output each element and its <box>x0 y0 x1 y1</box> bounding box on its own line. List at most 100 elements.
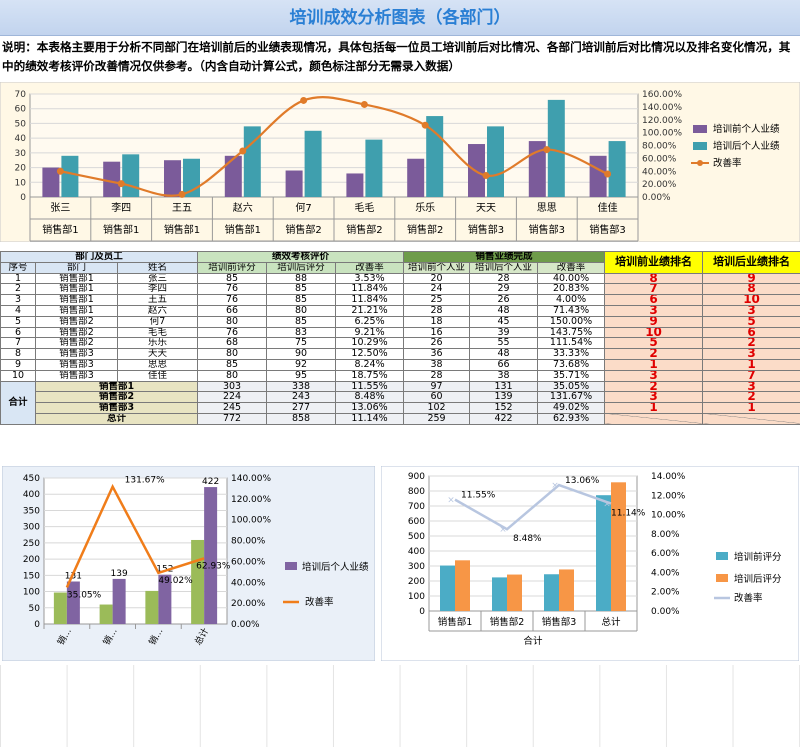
header-perf-group: 绩效考核评价 <box>197 251 405 263</box>
x-group-label: 销售部2 <box>346 223 382 236</box>
cell-perf-before: 85 <box>197 358 268 371</box>
cell-rank-after: 3 <box>702 304 800 317</box>
bar-after <box>608 141 626 197</box>
x-group-label: 销售部3 <box>529 223 565 236</box>
y2-tick-label: 0.00% <box>231 620 260 630</box>
x-tick-label: 思思 <box>537 202 557 214</box>
cell-rank-after: 3 <box>702 348 800 360</box>
cell-sales-before: 259 <box>403 412 471 425</box>
cell-perf-rate: 11.55% <box>335 380 405 393</box>
bar-before <box>191 539 205 624</box>
bar-before <box>224 155 242 197</box>
rate-label: 49.02% <box>158 576 193 586</box>
cell-sales-after: 38 <box>469 369 539 382</box>
y-tick-label: 300 <box>408 562 425 572</box>
bar-label: 422 <box>202 477 219 487</box>
cell-sales-rate: 62.93% <box>537 412 606 425</box>
cell-perf-rate: 12.50% <box>335 348 405 360</box>
cell-perf-rate: 18.75% <box>335 369 405 382</box>
y2-tick-label: 8.00% <box>651 530 680 540</box>
x-tick-label: 天天 <box>476 203 496 214</box>
cell-perf-rate: 21.21% <box>335 304 405 317</box>
cell-perf-before: 224 <box>197 391 268 404</box>
rate-marker: × <box>603 500 611 510</box>
y2-tick-label: 80.00% <box>231 537 266 547</box>
y2-tick-label: 40.00% <box>231 578 266 588</box>
cell-perf-before: 80 <box>197 348 268 360</box>
y-tick-label: 400 <box>23 490 40 500</box>
y-tick-label: 0 <box>34 620 40 630</box>
cell-no: 1 <box>0 272 36 285</box>
x-tick-label: 销售部1 <box>438 616 473 628</box>
header-sales-after: 培训后个人业 <box>469 261 539 274</box>
header-perf-rate: 改善率 <box>335 261 405 274</box>
cell-sales-before: 16 <box>403 326 471 339</box>
total-row: 销售部2 224 243 8.48% 60 139 131.67% 3 2 <box>1 391 800 404</box>
cell-perf-rate: 8.48% <box>335 391 405 404</box>
rate-point <box>543 146 551 154</box>
header-sales-rate: 改善率 <box>537 261 606 274</box>
cell-sales-before: 28 <box>403 369 471 382</box>
bar-before <box>589 155 607 197</box>
cell-sales-rate: 4.00% <box>537 294 606 306</box>
cell-rank-after: 6 <box>702 326 800 339</box>
y2-tick-label: 20.00% <box>231 599 266 609</box>
cell-name: 天天 <box>116 348 199 360</box>
rate-point <box>117 180 125 188</box>
bar-after <box>122 154 140 197</box>
cell-sales-after: 152 <box>469 402 539 414</box>
employee-chart: 0 10 20 30 40 50 60 70 0.00% 20.00% 40.00% 60.00% 80… <box>0 81 800 243</box>
cell-sales-rate: 143.75% <box>537 326 606 339</box>
x-tick-label: 销售部2 <box>490 616 525 628</box>
bar-before <box>42 167 60 197</box>
y2-tick-label: 60.00% <box>231 557 266 567</box>
cell-total-dept: 销售部1 <box>34 380 199 393</box>
table-row: 3 销售部1 王五 76 85 11.84% 25 26 4.00% 6 10 <box>0 294 800 306</box>
total-row: 销售部3 245 277 13.06% 102 152 49.02% 1 1 <box>1 402 800 414</box>
cell-rank-before: 7 <box>604 283 704 296</box>
y-tick-label: 50 <box>29 604 41 614</box>
grand-total-row: 总计 772 858 11.14% 259 422 62.93% <box>1 412 800 425</box>
y2-tick-label: 4.00% <box>651 568 680 578</box>
cell-no: 3 <box>0 294 36 306</box>
y2-tick-label: 100.00% <box>231 516 271 526</box>
total-label: 合计 <box>0 380 36 425</box>
legend-label-before: 培训前个人业绩 <box>713 123 780 135</box>
y-tick-label: 500 <box>408 532 425 542</box>
dept-sales-chart: 0 50 100 150 200 250 300 350 400 450 0.00% 20.00% 40… <box>1 465 376 662</box>
cell-perf-after: 277 <box>266 402 337 414</box>
cell-perf-before: 76 <box>197 294 268 306</box>
cell-sales-rate: 131.67% <box>537 391 606 404</box>
legend-label-before: 培训前评分 <box>734 551 782 563</box>
y-tick-label: 350 <box>23 506 40 516</box>
x-group-label: 销售部2 <box>407 223 443 236</box>
cell-perf-rate: 10.29% <box>335 337 405 350</box>
rate-point <box>178 190 186 198</box>
cell-sales-after: 28 <box>469 272 539 285</box>
rate-point <box>604 170 612 178</box>
y2-tick-label: 60.00% <box>642 154 677 164</box>
page-title: 培训成效分析图表（各部门） <box>0 0 800 36</box>
cell-perf-after: 75 <box>266 337 337 350</box>
cell-rank-after: 1 <box>702 358 800 371</box>
y-tick-label: 30 <box>15 149 27 159</box>
bar-before <box>596 495 611 611</box>
bar-after <box>559 569 574 611</box>
x-tick-label: 李四 <box>111 201 131 214</box>
bar-after <box>487 126 504 197</box>
cell-no: 5 <box>0 315 36 328</box>
cell-rank-before: 8 <box>604 272 704 285</box>
cell-sales-rate: 150.00% <box>537 315 606 328</box>
cell-sales-before: 102 <box>403 402 471 414</box>
x-axis-label: 合计 <box>523 635 543 647</box>
table-row: 5 销售部2 何7 80 85 6.25% 18 45 150.00% 9 5 <box>0 315 800 328</box>
x-tick-label: 总计 <box>601 616 621 628</box>
y2-tick-label: 6.00% <box>651 549 680 559</box>
y-tick-label: 100 <box>23 588 40 598</box>
cell-perf-after: 85 <box>266 283 337 296</box>
x-group-label: 销售部2 <box>285 223 321 236</box>
y-tick-label: 200 <box>408 577 425 587</box>
y-tick-label: 300 <box>23 523 40 533</box>
y-tick-label: 10 <box>15 178 27 188</box>
cell-dept: 销售部2 <box>35 337 118 350</box>
